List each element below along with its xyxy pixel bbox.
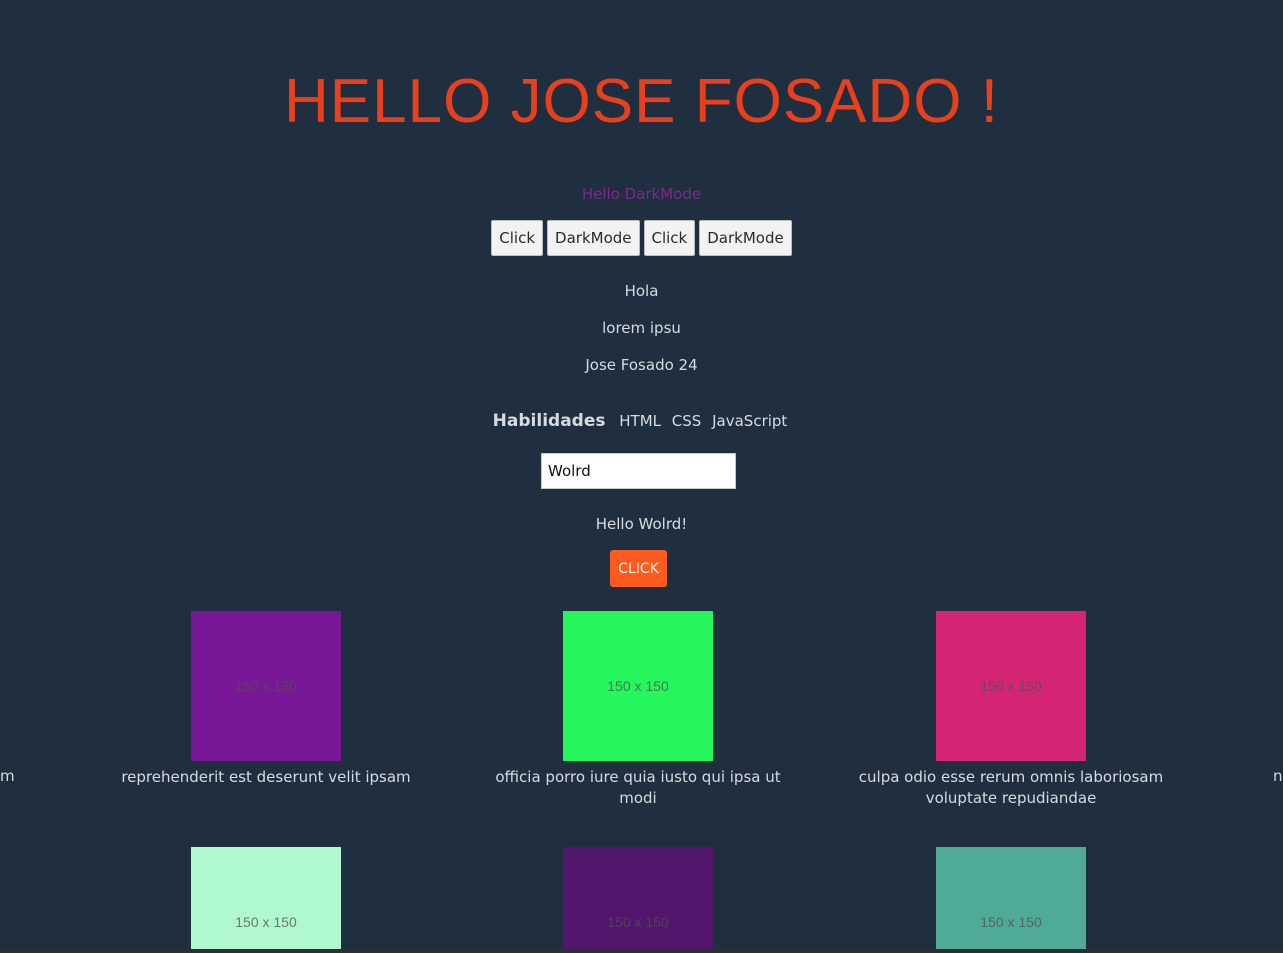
card-image-4: 150 x 150: [191, 847, 341, 953]
edge-fragment-left: m: [0, 767, 15, 785]
card-image-5: 150 x 150: [563, 847, 713, 953]
button-row: Click DarkMode Click DarkMode: [0, 220, 1283, 256]
name-age-text: Jose Fosado 24: [585, 356, 698, 374]
greeting-text: Hello Wolrd!: [595, 515, 688, 533]
page: HELLO JOSE FOSADO ! Hello DarkMode Click…: [0, 0, 1283, 953]
darkmode-button-2[interactable]: DarkMode: [699, 220, 792, 256]
name-input-wrapper: [541, 453, 736, 489]
card-1: 150 x 150 reprehenderit est deserunt vel…: [96, 611, 436, 788]
card-image-6: 150 x 150: [936, 847, 1086, 953]
card-caption-1: reprehenderit est deserunt velit ipsam: [121, 768, 411, 786]
card-3: 150 x 150 culpa odio esse rerum omnis la…: [841, 611, 1181, 809]
card-2: 150 x 150 officia porro iure quia iusto …: [468, 611, 808, 809]
skill-css: CSS: [671, 412, 702, 430]
lorem-text: lorem ipsu: [602, 319, 681, 337]
card-caption-3: culpa odio esse rerum omnis laboriosam v…: [858, 768, 1164, 807]
darkmode-subtitle: Hello DarkMode: [581, 185, 702, 203]
edge-fragment-right: n: [1273, 767, 1283, 785]
skills-title: Habilidades: [492, 411, 606, 431]
skill-html: HTML: [619, 412, 662, 430]
skills-list: Habilidades HTML CSS JavaScript: [0, 411, 1283, 431]
click-button-2[interactable]: Click: [643, 220, 696, 256]
card-caption-2: officia porro iure quia iusto qui ipsa u…: [495, 768, 781, 807]
click-action-button[interactable]: CLICK: [610, 550, 667, 587]
click-button-1[interactable]: Click: [491, 220, 544, 256]
name-input[interactable]: [541, 453, 736, 489]
card-image-1: 150 x 150: [191, 611, 341, 761]
page-title: HELLO JOSE FOSADO !: [284, 67, 999, 136]
card-4: 150 x 150: [96, 847, 436, 953]
hola-text: Hola: [624, 282, 659, 300]
bottom-scrollbar[interactable]: [0, 949, 1283, 953]
skill-javascript: JavaScript: [712, 412, 788, 430]
card-5: 150 x 150: [468, 847, 808, 953]
card-6: 150 x 150: [841, 847, 1181, 953]
card-image-3: 150 x 150: [936, 611, 1086, 761]
darkmode-button-1[interactable]: DarkMode: [547, 220, 640, 256]
card-image-2: 150 x 150: [563, 611, 713, 761]
